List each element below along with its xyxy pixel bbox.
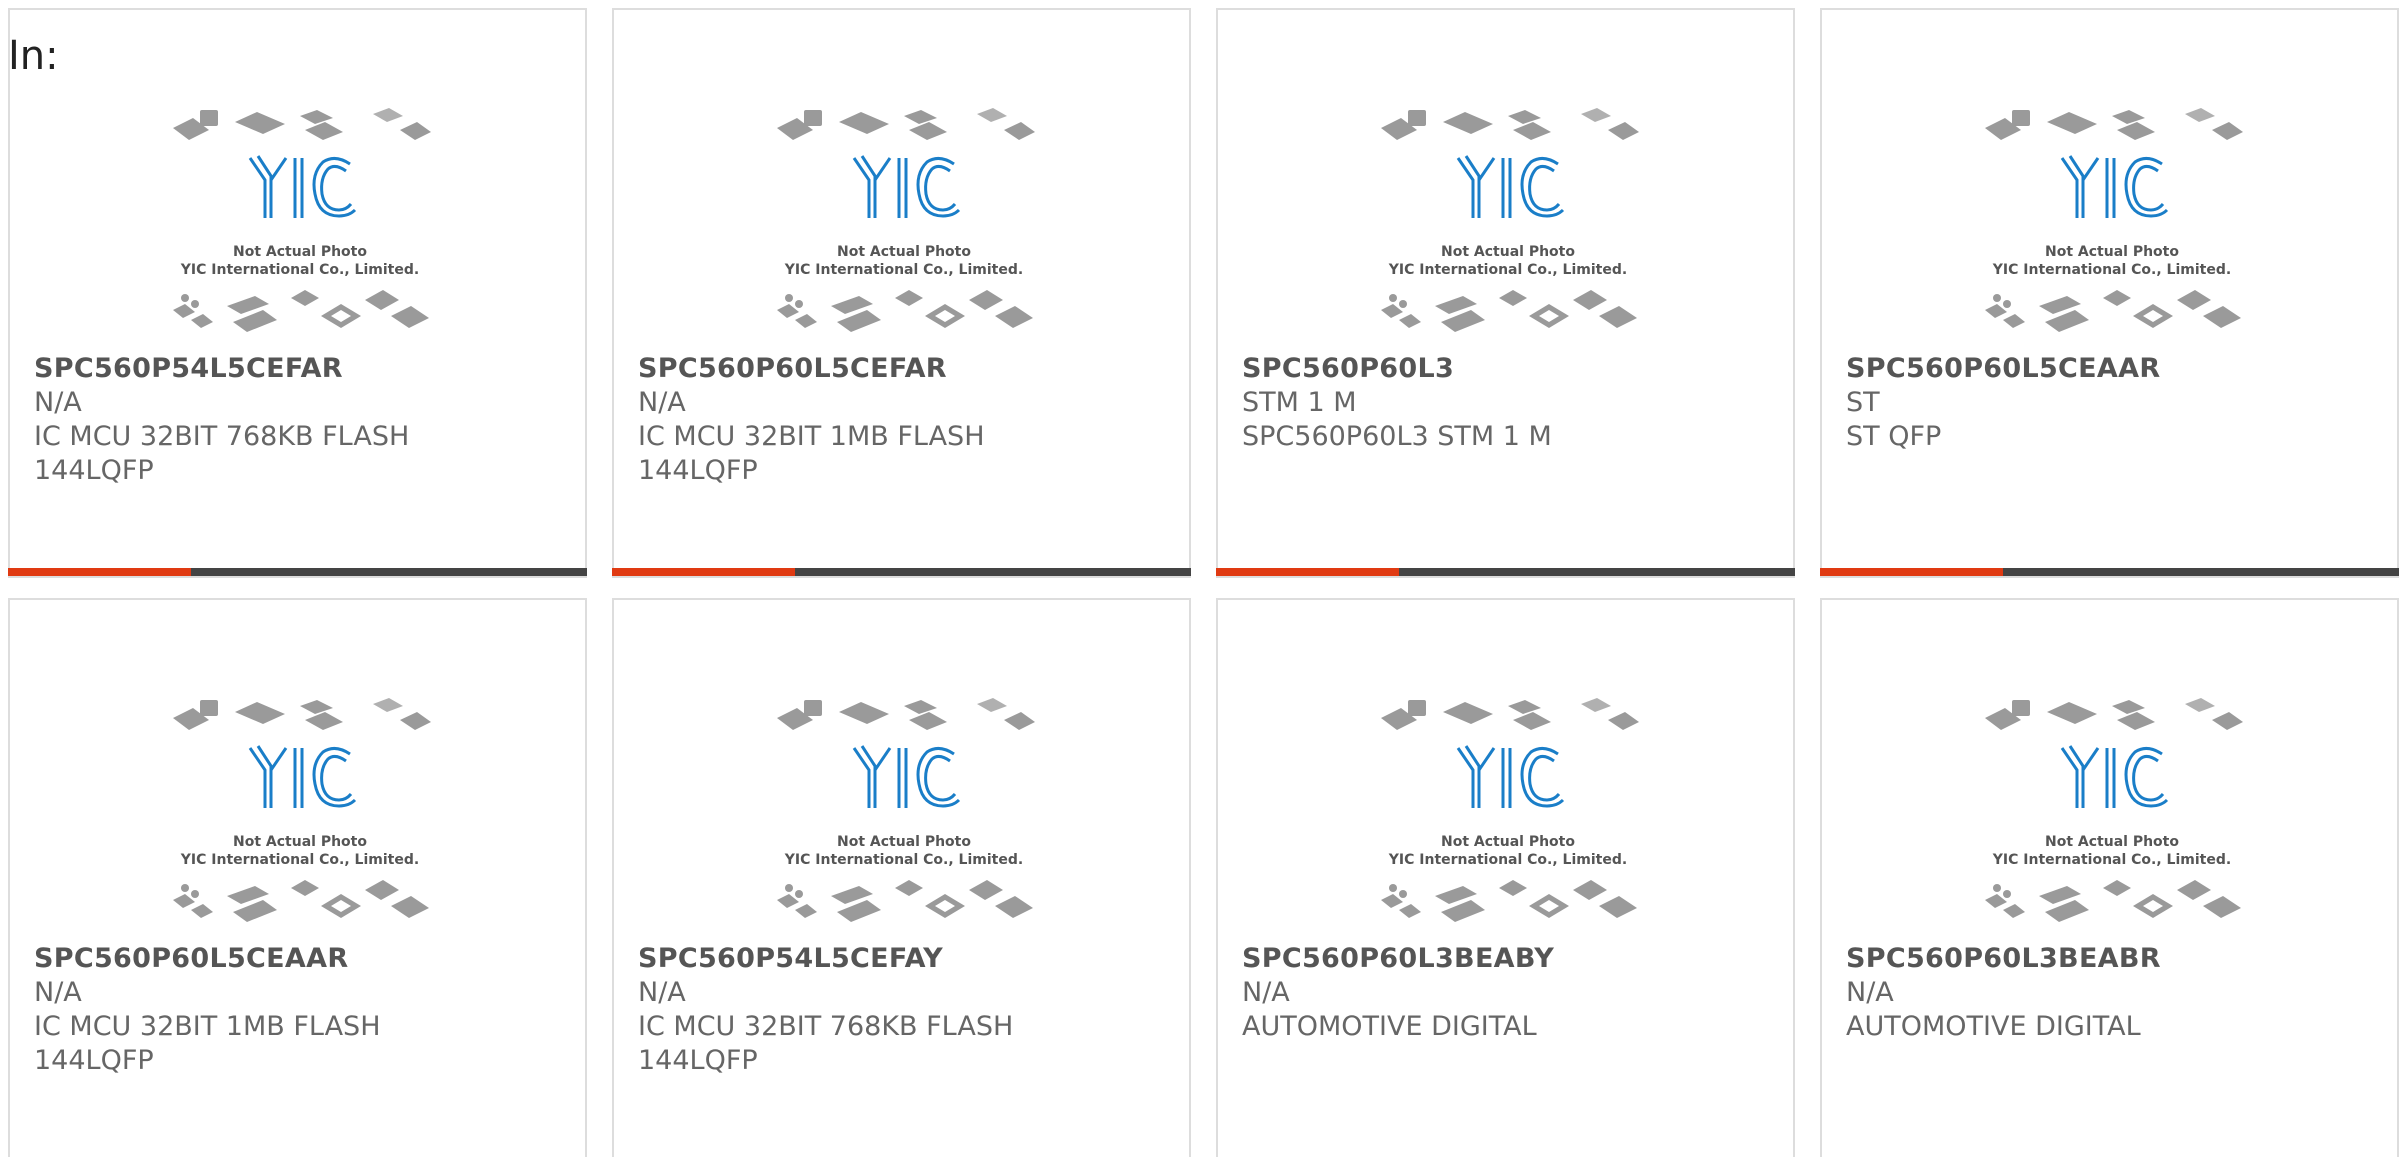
company-name-text: YIC International Co., Limited.	[180, 852, 419, 868]
not-actual-photo-text: Not Actual Photo	[837, 244, 971, 260]
product-thumbnail[interactable]: Not Actual Photo YIC International Co., …	[1822, 600, 2397, 940]
product-info: SPC560P60L3 STM 1 M SPC560P60L3 STM 1 M	[1242, 352, 1773, 454]
not-actual-photo-image: Not Actual Photo YIC International Co., …	[1985, 108, 2243, 332]
company-name-text: YIC International Co., Limited.	[784, 852, 1023, 868]
company-name-text: YIC International Co., Limited.	[1388, 262, 1627, 278]
not-actual-photo-text: Not Actual Photo	[2045, 834, 2179, 850]
card-bottom-bar	[8, 568, 587, 576]
product-info: SPC560P60L5CEAAR ST ST QFP	[1846, 352, 2377, 454]
not-actual-photo-text: Not Actual Photo	[1441, 834, 1575, 850]
description: IC MCU 32BIT 1MB FLASH 144LQFP	[34, 1011, 381, 1076]
part-number-link[interactable]: SPC560P60L3BEABY	[1242, 942, 1773, 976]
part-number-link[interactable]: SPC560P60L5CEAAR	[1846, 352, 2377, 386]
manufacturer: N/A	[34, 977, 82, 1008]
part-number-link[interactable]: SPC560P60L5CEAAR	[34, 942, 565, 976]
company-name-text: YIC International Co., Limited.	[180, 262, 419, 278]
product-card[interactable]: Not Actual Photo YIC International Co., …	[1820, 8, 2399, 578]
product-card[interactable]: Not Actual Photo YIC International Co., …	[8, 8, 587, 578]
manufacturer: N/A	[1242, 977, 1290, 1008]
product-info: SPC560P60L3BEABY N/A AUTOMOTIVE DIGITAL	[1242, 942, 1773, 1044]
not-actual-photo-text: Not Actual Photo	[233, 244, 367, 260]
card-bottom-bar	[1216, 568, 1795, 576]
company-name-text: YIC International Co., Limited.	[784, 262, 1023, 278]
company-name-text: YIC International Co., Limited.	[1992, 852, 2231, 868]
part-number-link[interactable]: SPC560P54L5CEFAY	[638, 942, 1169, 976]
card-bottom-bar	[1820, 568, 2399, 576]
manufacturer: N/A	[1846, 977, 1894, 1008]
manufacturer: N/A	[638, 977, 686, 1008]
description: AUTOMOTIVE DIGITAL	[1846, 1011, 2141, 1042]
description: SPC560P60L3 STM 1 M	[1242, 421, 1552, 452]
manufacturer: STM 1 M	[1242, 387, 1357, 418]
product-thumbnail[interactable]: Not Actual Photo YIC International Co., …	[1822, 10, 2397, 350]
manufacturer: N/A	[34, 387, 82, 418]
part-number-link[interactable]: SPC560P60L3	[1242, 352, 1773, 386]
not-actual-photo-image: Not Actual Photo YIC International Co., …	[777, 698, 1035, 922]
card-accent-bar	[8, 568, 191, 576]
not-actual-photo-image: Not Actual Photo YIC International Co., …	[1381, 108, 1639, 332]
part-number-link[interactable]: SPC560P54L5CEFAR	[34, 352, 565, 386]
not-actual-photo-text: Not Actual Photo	[2045, 244, 2179, 260]
product-card[interactable]: Not Actual Photo YIC International Co., …	[1216, 8, 1795, 578]
manufacturer: N/A	[638, 387, 686, 418]
product-info: SPC560P60L5CEAAR N/A IC MCU 32BIT 1MB FL…	[34, 942, 565, 1078]
card-accent-bar	[612, 568, 795, 576]
description: AUTOMOTIVE DIGITAL	[1242, 1011, 1537, 1042]
product-info: SPC560P60L3BEABR N/A AUTOMOTIVE DIGITAL	[1846, 942, 2377, 1044]
product-info: SPC560P54L5CEFAR N/A IC MCU 32BIT 768KB …	[34, 352, 565, 488]
product-grid: Not Actual Photo YIC International Co., …	[8, 8, 2400, 1157]
product-thumbnail[interactable]: Not Actual Photo YIC International Co., …	[10, 600, 585, 940]
description: IC MCU 32BIT 1MB FLASH 144LQFP	[638, 421, 985, 486]
company-name-text: YIC International Co., Limited.	[1992, 262, 2231, 278]
product-thumbnail[interactable]: Not Actual Photo YIC International Co., …	[1218, 600, 1793, 940]
card-accent-bar	[1820, 568, 2003, 576]
product-info: SPC560P54L5CEFAY N/A IC MCU 32BIT 768KB …	[638, 942, 1169, 1078]
not-actual-photo-image: Not Actual Photo YIC International Co., …	[1985, 698, 2243, 922]
page: In: Not Actual Photo YIC International C…	[0, 0, 2400, 1157]
not-actual-photo-image: Not Actual Photo YIC International Co., …	[777, 108, 1035, 332]
description: ST QFP	[1846, 421, 1942, 452]
not-actual-photo-image: Not Actual Photo YIC International Co., …	[1381, 698, 1639, 922]
product-card[interactable]: Not Actual Photo YIC International Co., …	[612, 598, 1191, 1157]
manufacturer: ST	[1846, 387, 1880, 418]
not-actual-photo-image: Not Actual Photo YIC International Co., …	[173, 698, 431, 922]
not-actual-photo-text: Not Actual Photo	[837, 834, 971, 850]
in-label: In:	[8, 33, 59, 79]
product-thumbnail[interactable]: Not Actual Photo YIC International Co., …	[10, 10, 585, 350]
not-actual-photo-text: Not Actual Photo	[1441, 244, 1575, 260]
not-actual-photo-image: Not Actual Photo YIC International Co., …	[173, 108, 431, 332]
card-bottom-bar	[612, 568, 1191, 576]
product-thumbnail[interactable]: Not Actual Photo YIC International Co., …	[614, 600, 1189, 940]
company-name-text: YIC International Co., Limited.	[1388, 852, 1627, 868]
product-card[interactable]: Not Actual Photo YIC International Co., …	[8, 598, 587, 1157]
description: IC MCU 32BIT 768KB FLASH 144LQFP	[638, 1011, 1014, 1076]
product-info: SPC560P60L5CEFAR N/A IC MCU 32BIT 1MB FL…	[638, 352, 1169, 488]
product-thumbnail[interactable]: Not Actual Photo YIC International Co., …	[1218, 10, 1793, 350]
product-card[interactable]: Not Actual Photo YIC International Co., …	[1820, 598, 2399, 1157]
not-actual-photo-text: Not Actual Photo	[233, 834, 367, 850]
part-number-link[interactable]: SPC560P60L5CEFAR	[638, 352, 1169, 386]
description: IC MCU 32BIT 768KB FLASH 144LQFP	[34, 421, 410, 486]
part-number-link[interactable]: SPC560P60L3BEABR	[1846, 942, 2377, 976]
product-card[interactable]: Not Actual Photo YIC International Co., …	[612, 8, 1191, 578]
product-card[interactable]: Not Actual Photo YIC International Co., …	[1216, 598, 1795, 1157]
card-accent-bar	[1216, 568, 1399, 576]
product-thumbnail[interactable]: Not Actual Photo YIC International Co., …	[614, 10, 1189, 350]
